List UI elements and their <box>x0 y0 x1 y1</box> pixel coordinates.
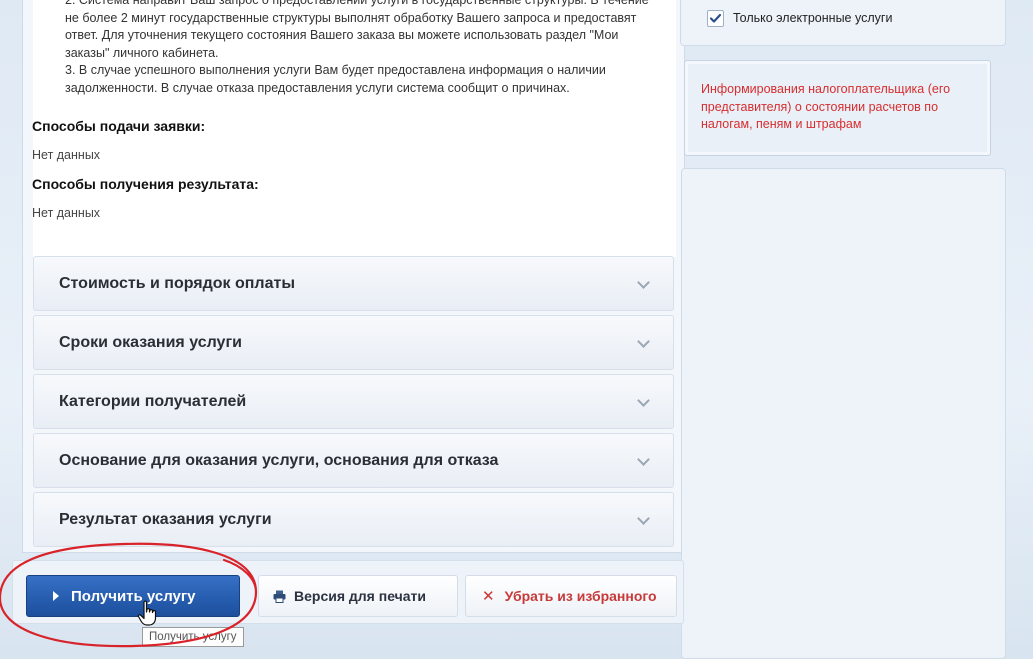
chevron-down-icon <box>637 337 649 349</box>
procedure-steps: 2. Система направит Ваш запрос о предост… <box>65 0 650 97</box>
accordion-label: Результат оказания услуги <box>59 510 272 528</box>
annotation-ellipse <box>0 542 258 648</box>
service-info-text[interactable]: Информирования налогоплательщика (его пр… <box>701 81 981 134</box>
service-info-card[interactable]: Информирования налогоплательщика (его пр… <box>684 60 991 156</box>
result-methods-value: Нет данных <box>32 206 101 220</box>
accordion-recipient-categories[interactable]: Категории получателей <box>33 374 674 429</box>
printer-icon <box>273 590 286 603</box>
accordion-grounds[interactable]: Основание для оказания услуги, основания… <box>33 433 674 488</box>
accordion-label: Стоимость и порядок оплаты <box>59 274 295 292</box>
accordion-cost-payment[interactable]: Стоимость и порядок оплаты <box>33 256 674 311</box>
electronic-services-filter: Только электронные услуги <box>680 0 1006 46</box>
electronic-only-label[interactable]: Только электронные услуги <box>733 11 892 25</box>
sidebar-panel <box>681 168 1006 659</box>
print-version-label: Версия для печати <box>294 588 427 604</box>
checkmark-icon <box>709 13 722 23</box>
remove-favorite-label: Убрать из избранного <box>504 588 657 604</box>
accordion-label: Категории получателей <box>59 392 247 410</box>
electronic-only-checkbox[interactable] <box>707 10 724 27</box>
chevron-down-icon <box>637 396 649 408</box>
procedure-step-2: 2. Система направит Ваш запрос о предост… <box>65 0 649 60</box>
accordion-label: Сроки оказания услуги <box>59 333 242 351</box>
accordion-label: Основание для оказания услуги, основания… <box>59 451 499 469</box>
accordion-service-terms[interactable]: Сроки оказания услуги <box>33 315 674 370</box>
remove-favorite-button[interactable]: ✕ Убрать из избранного <box>465 575 677 617</box>
submission-methods-title: Способы подачи заявки: <box>32 118 206 134</box>
result-methods-title: Способы получения результата: <box>32 176 259 192</box>
print-version-button[interactable]: Версия для печати <box>258 575 458 617</box>
close-icon: ✕ <box>482 588 495 605</box>
procedure-step-3: 3. В случае успешного выполнения услуги … <box>65 63 606 95</box>
submission-methods-value: Нет данных <box>32 148 101 162</box>
chevron-down-icon <box>637 455 649 467</box>
chevron-down-icon <box>637 514 649 526</box>
chevron-down-icon <box>637 278 649 290</box>
